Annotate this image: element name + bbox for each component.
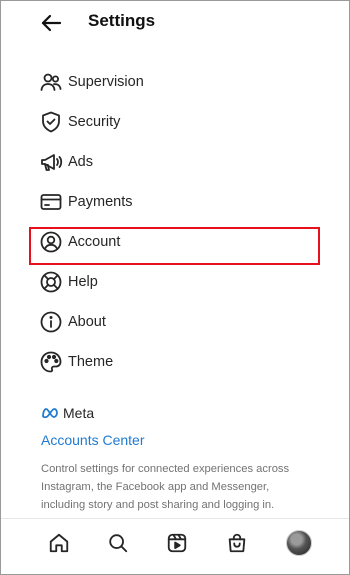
menu-item-help[interactable]: Help — [1, 262, 349, 302]
accounts-center-link[interactable]: Accounts Center — [41, 432, 321, 448]
meta-infinity-icon — [41, 407, 59, 419]
menu-item-label: About — [68, 314, 106, 330]
page-title: Settings — [88, 11, 156, 30]
meta-logo-text: Meta — [63, 405, 95, 421]
menu-item-about[interactable]: About — [1, 302, 349, 342]
avatar — [286, 530, 312, 556]
reels-icon[interactable] — [163, 529, 191, 557]
menu-item-supervision[interactable]: Supervision — [1, 62, 349, 102]
home-icon[interactable] — [45, 529, 73, 557]
menu-item-label: Account — [68, 234, 121, 250]
header-bar: Settings — [1, 1, 349, 45]
menu-item-label: Security — [68, 114, 121, 130]
bottom-navigation — [1, 518, 349, 574]
menu-item-label: Payments — [68, 194, 133, 210]
menu-item-ads[interactable]: Ads — [1, 142, 349, 182]
menu-item-theme[interactable]: Theme — [1, 342, 349, 382]
profile-avatar[interactable] — [285, 529, 313, 557]
menu-item-label: Theme — [68, 354, 114, 370]
menu-item-security[interactable]: Security — [1, 102, 349, 142]
menu-item-label: Supervision — [68, 74, 144, 90]
settings-menu: Supervision Security Ads Payments Accoun… — [1, 62, 349, 382]
lifebuoy-icon — [39, 270, 63, 294]
info-icon — [39, 310, 63, 334]
shield-icon — [39, 110, 63, 134]
meta-logo: Meta — [41, 403, 321, 423]
megaphone-icon — [39, 150, 63, 174]
back-arrow-icon[interactable] — [37, 9, 65, 37]
menu-item-account[interactable]: Account — [1, 222, 349, 262]
meta-section: Meta Accounts Center Control settings fo… — [41, 403, 321, 514]
accounts-center-description: Control settings for connected experienc… — [41, 463, 290, 511]
palette-icon — [39, 350, 63, 374]
menu-item-label: Ads — [68, 154, 93, 170]
account-icon — [39, 230, 63, 254]
settings-screen: Settings Supervision Security Ads Paymen… — [0, 0, 350, 575]
menu-item-payments[interactable]: Payments — [1, 182, 349, 222]
supervision-icon — [39, 70, 63, 94]
shop-icon[interactable] — [223, 529, 251, 557]
card-icon — [39, 190, 63, 214]
search-icon[interactable] — [104, 529, 132, 557]
menu-item-label: Help — [68, 274, 98, 290]
